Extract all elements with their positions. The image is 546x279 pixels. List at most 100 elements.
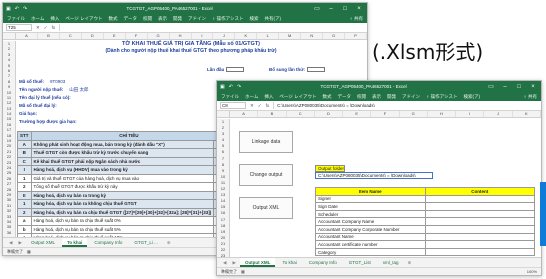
column-header[interactable]: K	[235, 33, 258, 39]
column-header[interactable]: L	[257, 33, 280, 39]
lan-dau-checkbox[interactable]	[226, 67, 245, 73]
column-header[interactable]: D	[315, 111, 344, 117]
macro-record-icon[interactable]: ▦	[27, 248, 31, 255]
column-header[interactable]: M	[279, 33, 302, 39]
column-header[interactable]: K	[513, 111, 541, 117]
change-output-button[interactable]: Change output	[239, 164, 293, 186]
ribbon-tab-shared[interactable]: 共有(ア)	[265, 16, 282, 22]
column-header[interactable]: O	[323, 33, 346, 39]
column-header[interactable]: C	[60, 33, 82, 39]
save-icon[interactable]: ▣	[220, 84, 225, 90]
redo-icon[interactable]: ↷	[237, 84, 241, 90]
maximize-button[interactable]: □	[514, 84, 524, 90]
add-sheet-icon[interactable]: ⊕	[406, 260, 414, 266]
ribbon-tab-insert[interactable]: 挿入	[264, 94, 273, 100]
save-icon[interactable]: ▣	[6, 6, 11, 12]
ribbon-tab-view[interactable]: 表示	[372, 94, 381, 100]
redo-icon[interactable]: ↷	[23, 6, 27, 12]
maximize-button[interactable]: □	[340, 6, 350, 12]
item-content[interactable]	[424, 202, 535, 211]
column-header[interactable]: H	[428, 111, 457, 117]
row-header[interactable]: 36	[3, 230, 15, 235]
output-folder-path[interactable]: C:\Users\AZP080035\Documents\ = \Downloa…	[315, 172, 433, 179]
cancel-icon[interactable]: ✕	[36, 25, 40, 31]
macro-record-icon[interactable]: ▦	[241, 268, 245, 275]
ribbon-tab-data[interactable]: データ	[124, 16, 138, 22]
column-header[interactable]: F	[371, 111, 400, 117]
ribbon-tab-formulas[interactable]: 数式	[323, 94, 332, 100]
tell-me-box[interactable]: ♀ 操作アシスト	[426, 94, 457, 100]
share-button[interactable]: ♀ 共有	[349, 16, 363, 22]
linkage-data-button[interactable]: Linkage data	[239, 131, 293, 153]
ribbon-tab-page-layout[interactable]: ページ レイアウト	[279, 94, 316, 100]
ribbon-tab-search[interactable]: 検索(ア)	[464, 94, 481, 100]
bo-sung-input[interactable]	[307, 67, 326, 73]
column-header[interactable]: G	[400, 111, 428, 117]
sheet-tab[interactable]: To khai	[277, 258, 301, 267]
item-content[interactable]	[424, 232, 535, 242]
enter-icon[interactable]: ✓	[44, 25, 48, 31]
zoom-level[interactable]: 100%	[527, 268, 541, 275]
name-box[interactable]: T25	[6, 24, 32, 31]
fx-icon[interactable]: fx	[52, 25, 56, 30]
add-sheet-icon[interactable]: ⊕	[165, 240, 173, 246]
ribbon-tab-addins[interactable]: アドイン	[188, 16, 206, 22]
ribbon-tab-developer[interactable]: 開発	[173, 16, 182, 22]
undo-icon[interactable]: ↶	[15, 6, 19, 12]
ribbon-tab-insert[interactable]: 挿入	[50, 16, 59, 22]
ribbon-tab-file[interactable]: ファイル	[221, 94, 239, 100]
column-header[interactable]: B	[38, 33, 60, 39]
tab-scroll-right-icon[interactable]: ▶	[230, 260, 237, 266]
ribbon-display-icon[interactable]: ▭	[312, 5, 322, 12]
undo-icon[interactable]: ↶	[229, 84, 233, 90]
ribbon-tab-page-layout[interactable]: ページ レイアウト	[65, 16, 102, 22]
form-field-value[interactable]: 山田 太郎	[69, 87, 88, 92]
column-header[interactable]: H	[170, 33, 192, 39]
item-content[interactable]	[424, 217, 535, 226]
item-content[interactable]	[424, 224, 535, 234]
column-header[interactable]: J	[484, 111, 513, 117]
minimize-button[interactable]: –	[500, 84, 510, 90]
ribbon-tab-view[interactable]: 表示	[158, 16, 167, 22]
column-header[interactable]: P	[345, 33, 367, 39]
column-header[interactable]: N	[301, 33, 324, 39]
column-header[interactable]: C	[287, 111, 315, 117]
sheet-tab[interactable]: GTGT_List	[344, 258, 376, 267]
ribbon-tab-review[interactable]: 校閲	[143, 16, 152, 22]
column-header[interactable]: B	[258, 111, 287, 117]
formula-input[interactable]	[59, 24, 364, 31]
ribbon-tab-developer[interactable]: 開発	[387, 94, 396, 100]
item-content[interactable]	[424, 194, 535, 204]
sheet-tab[interactable]: Company Info	[304, 258, 342, 267]
enter-icon[interactable]: ✓	[258, 103, 262, 109]
column-header[interactable]: A	[230, 111, 259, 117]
sheet-tab[interactable]: GTGT_Li ...	[129, 238, 163, 247]
sheet-tab[interactable]: Company Info	[89, 238, 127, 247]
select-all-corner[interactable]	[3, 33, 16, 39]
item-content[interactable]	[424, 240, 535, 249]
ribbon-tab-file[interactable]: ファイル	[7, 16, 25, 22]
form-field-value[interactable]: 9T0903	[50, 79, 65, 84]
sheet-tab[interactable]: Output XML	[26, 238, 60, 247]
formula-input[interactable]: C:\Users\AZP080035\Documents\ = \Downloa…	[273, 102, 538, 109]
tab-scroll-left-icon[interactable]: ◀	[221, 260, 228, 266]
close-button[interactable]: ×	[528, 84, 538, 90]
ribbon-tab-review[interactable]: 校閲	[357, 94, 366, 100]
ribbon-tab-formulas[interactable]: 数式	[109, 16, 118, 22]
ribbon-tab-home[interactable]: ホーム	[245, 94, 258, 100]
ribbon-tab-data[interactable]: データ	[338, 94, 352, 100]
sheet-tab[interactable]: To khai	[61, 238, 88, 247]
minimize-button[interactable]: –	[326, 6, 336, 12]
tell-me-box[interactable]: ♀ 操作アシスト	[212, 16, 243, 22]
column-header[interactable]: J	[213, 33, 236, 39]
ribbon-display-icon[interactable]: ▭	[486, 83, 496, 90]
column-header[interactable]: D	[82, 33, 104, 39]
column-header[interactable]: I	[192, 33, 214, 39]
ribbon-tab-home[interactable]: ホーム	[31, 16, 44, 22]
column-header[interactable]: E	[343, 111, 372, 117]
column-header[interactable]: E	[104, 33, 126, 39]
fx-icon[interactable]: fx	[266, 103, 270, 108]
tab-scroll-right-icon[interactable]: ▶	[16, 240, 23, 246]
select-all-corner[interactable]	[217, 111, 230, 117]
column-header[interactable]: F	[126, 33, 148, 39]
